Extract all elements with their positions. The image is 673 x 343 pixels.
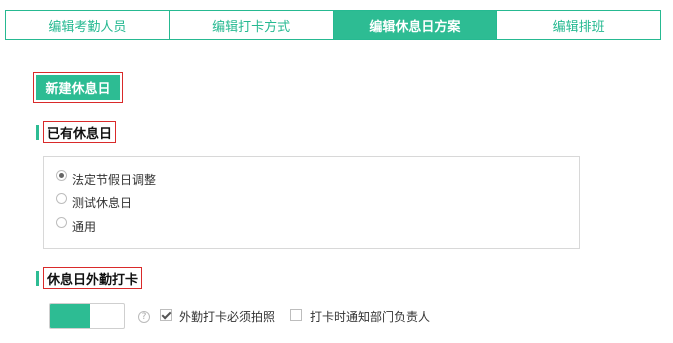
new-rest-day-button-highlight: 新建休息日 (33, 72, 123, 103)
photo-required-checkbox[interactable] (160, 309, 172, 321)
tab-edit-schedule[interactable]: 编辑排班 (497, 11, 660, 39)
rest-day-list: 法定节假日调整 测试休息日 通用 (43, 156, 580, 249)
radio-checked-icon[interactable] (56, 170, 67, 181)
toggle-on-segment (50, 304, 90, 328)
radio-icon[interactable] (56, 193, 67, 204)
notify-manager-checkbox[interactable] (290, 309, 302, 321)
radio-option-general[interactable]: 通用 (56, 217, 97, 235)
help-icon[interactable]: ? (138, 311, 150, 323)
radio-label: 法定节假日调整 (72, 173, 157, 187)
section-accent-bar (36, 124, 39, 140)
tab-edit-rest-day-plan[interactable]: 编辑休息日方案 (333, 11, 498, 39)
radio-label: 测试休息日 (72, 196, 133, 210)
notify-manager-label: 打卡时通知部门负责人 (310, 310, 431, 324)
new-rest-day-button[interactable]: 新建休息日 (36, 75, 120, 100)
outside-clock-header: 休息日外勤打卡 (36, 267, 143, 289)
tab-bar: 编辑考勤人员 编辑打卡方式 编辑休息日方案 编辑排班 (5, 10, 661, 40)
tab-edit-attendees[interactable]: 编辑考勤人员 (6, 11, 170, 39)
radio-icon[interactable] (56, 217, 67, 228)
outside-clock-toggle[interactable] (49, 303, 125, 329)
radio-option-test[interactable]: 测试休息日 (56, 193, 133, 211)
section-title: 休息日外勤打卡 (43, 267, 143, 289)
section-accent-bar (36, 270, 39, 286)
radio-label: 通用 (72, 220, 97, 234)
radio-option-holiday[interactable]: 法定节假日调整 (56, 170, 157, 188)
section-title: 已有休息日 (43, 121, 117, 143)
photo-required-label: 外勤打卡必须拍照 (179, 310, 276, 324)
tab-edit-clock-method[interactable]: 编辑打卡方式 (170, 11, 334, 39)
existing-rest-days-header: 已有休息日 (36, 121, 117, 143)
